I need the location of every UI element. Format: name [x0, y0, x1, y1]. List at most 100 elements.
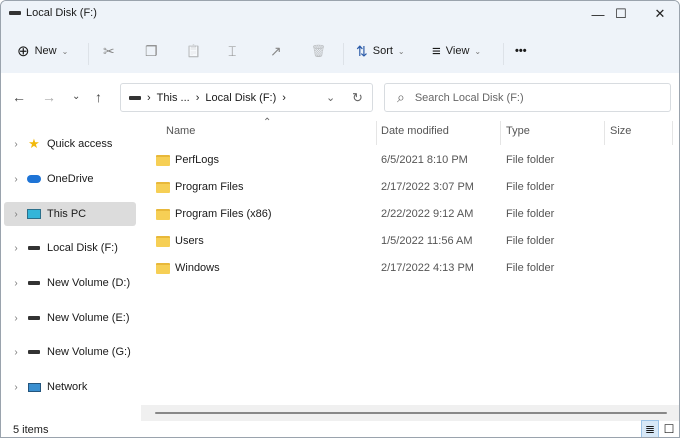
forward-button[interactable]: →	[42, 89, 56, 105]
sidebar-item-label: New Volume (E:)	[47, 312, 130, 324]
breadcrumb-this-pc[interactable]: This ...	[157, 92, 190, 104]
folder-icon	[156, 181, 170, 193]
drive-icon	[129, 95, 141, 100]
file-name: Users	[175, 235, 204, 247]
sidebar-item-new-volume-d[interactable]: › New Volume (D:)	[4, 271, 136, 295]
view-icon: ≡	[432, 42, 441, 60]
sidebar-item-new-volume-e[interactable]: › New Volume (E:)	[4, 306, 136, 330]
expand-chevron-icon[interactable]: ›	[6, 139, 26, 150]
view-button[interactable]: ≡ View ⌄	[432, 38, 481, 64]
sort-button[interactable]: ⇅ Sort ⌄	[356, 38, 405, 64]
close-button[interactable]: ✕	[637, 1, 679, 27]
new-button[interactable]: ⊕ New ⌄	[17, 38, 68, 64]
file-row[interactable]: Program Files (x86) 2/22/2022 9:12 AM File…	[151, 203, 671, 225]
back-button[interactable]: ←	[12, 89, 26, 105]
column-divider[interactable]	[500, 121, 501, 145]
window-title: Local Disk (F:)	[9, 7, 97, 19]
file-date: 1/5/2022 11:56 AM	[381, 235, 473, 247]
divider	[343, 43, 344, 65]
divider	[88, 43, 89, 65]
sidebar-item-label: New Volume (D:)	[47, 277, 131, 289]
address-dropdown-button[interactable]: ⌄	[326, 91, 335, 104]
sidebar-item-local-disk-f[interactable]: › Local Disk (F:)	[4, 236, 136, 260]
details-view-button[interactable]: ≣	[641, 420, 659, 437]
file-name: Program Files	[175, 181, 244, 193]
drive-icon	[26, 316, 42, 320]
column-header-name[interactable]: Name	[166, 125, 195, 137]
sidebar-item-label: Quick access	[47, 138, 113, 150]
plus-circle-icon: ⊕	[17, 43, 30, 60]
share-icon: ↗	[270, 42, 282, 59]
up-button[interactable]: ↑	[95, 89, 102, 105]
breadcrumb-separator: ›	[282, 91, 286, 104]
delete-button[interactable]: 🗑	[311, 38, 326, 64]
copy-icon: ❐	[145, 42, 158, 59]
sidebar-item-label: Local Disk (F:)	[47, 242, 118, 254]
tiles-view-button[interactable]: ☐	[660, 420, 678, 437]
sidebar-item-new-volume-g[interactable]: › New Volume (G:)	[4, 340, 136, 364]
address-bar[interactable]: › This ... › Local Disk (F:) › ⌄ ↻	[120, 83, 373, 112]
file-name-cell: Program Files	[156, 181, 243, 193]
more-options-button[interactable]: •••	[515, 38, 527, 64]
horizontal-scrollbar[interactable]	[141, 405, 679, 421]
sidebar-item-label: New Volume (G:)	[47, 346, 131, 358]
file-row[interactable]: Program Files 2/17/2022 3:07 PM File folde…	[151, 176, 671, 198]
file-date: 6/5/2021 8:10 PM	[381, 154, 468, 166]
column-header-size[interactable]: Size	[610, 125, 631, 137]
scrollbar-thumb[interactable]	[155, 412, 667, 414]
file-type: File folder	[506, 208, 555, 220]
file-type: File folder	[506, 262, 555, 274]
rename-button[interactable]: ⌶	[228, 38, 236, 64]
navigation-pane: › ★ Quick access › OneDrive › This PC › Local…	[1, 121, 138, 421]
column-header-type[interactable]: Type	[506, 125, 530, 137]
column-header-date[interactable]: Date modified	[381, 125, 449, 137]
file-date: 2/17/2022 4:13 PM	[381, 262, 474, 274]
expand-chevron-icon[interactable]: ›	[6, 174, 26, 185]
file-name-cell: Program Files (x86)	[156, 208, 272, 220]
status-item-count: 5 items	[13, 424, 49, 436]
column-divider[interactable]	[604, 121, 605, 145]
file-name-cell: PerfLogs	[156, 154, 219, 166]
file-date: 2/22/2022 9:12 AM	[381, 208, 474, 220]
sidebar-item-this-pc[interactable]: › This PC	[4, 202, 136, 226]
paste-button[interactable]: 📋	[186, 38, 201, 64]
expand-chevron-icon[interactable]: ›	[6, 313, 26, 324]
file-row[interactable]: Windows 2/17/2022 4:13 PM File folder	[151, 257, 671, 279]
expand-chevron-icon[interactable]: ›	[6, 243, 26, 254]
file-row[interactable]: Users 1/5/2022 11:56 AM File folder	[151, 230, 671, 252]
column-divider[interactable]	[376, 121, 377, 145]
recent-locations-button[interactable]: ⌄	[72, 91, 80, 102]
breadcrumb-separator: ›	[147, 91, 151, 104]
sidebar-item-label: OneDrive	[47, 173, 94, 185]
cloud-icon	[26, 175, 42, 183]
expand-chevron-icon[interactable]: ›	[6, 209, 26, 220]
sort-ascending-indicator: ⌃	[263, 117, 272, 128]
divider	[503, 43, 504, 65]
file-date: 2/17/2022 3:07 PM	[381, 181, 474, 193]
search-input[interactable]: ⌕ Search Local Disk (F:)	[384, 83, 671, 112]
file-row[interactable]: PerfLogs 6/5/2021 8:10 PM File folder	[151, 149, 671, 171]
refresh-button[interactable]: ↻	[352, 90, 363, 106]
rename-icon: ⌶	[228, 42, 237, 59]
breadcrumb-local-disk[interactable]: Local Disk (F:)	[205, 92, 276, 104]
folder-icon	[156, 154, 170, 166]
chevron-down-icon: ⌄	[397, 46, 405, 56]
sidebar-item-onedrive[interactable]: › OneDrive	[4, 167, 136, 191]
sidebar-item-network[interactable]: › Network	[4, 375, 136, 399]
star-icon: ★	[28, 136, 40, 151]
folder-icon	[156, 262, 170, 274]
chevron-down-icon: ⌄	[474, 46, 482, 56]
expand-chevron-icon[interactable]: ›	[6, 347, 26, 358]
share-button[interactable]: ↗	[270, 38, 282, 64]
network-icon	[26, 382, 42, 392]
sort-icon: ⇅	[356, 42, 368, 59]
expand-chevron-icon[interactable]: ›	[6, 382, 26, 393]
cut-button[interactable]: ✂	[103, 38, 115, 64]
copy-button[interactable]: ❐	[145, 38, 158, 64]
new-label: New	[34, 45, 57, 57]
file-type: File folder	[506, 181, 555, 193]
file-name: Program Files (x86)	[175, 208, 272, 220]
sidebar-item-quick-access[interactable]: › ★ Quick access	[4, 132, 136, 156]
expand-chevron-icon[interactable]: ›	[6, 278, 26, 289]
column-divider[interactable]	[672, 121, 673, 145]
